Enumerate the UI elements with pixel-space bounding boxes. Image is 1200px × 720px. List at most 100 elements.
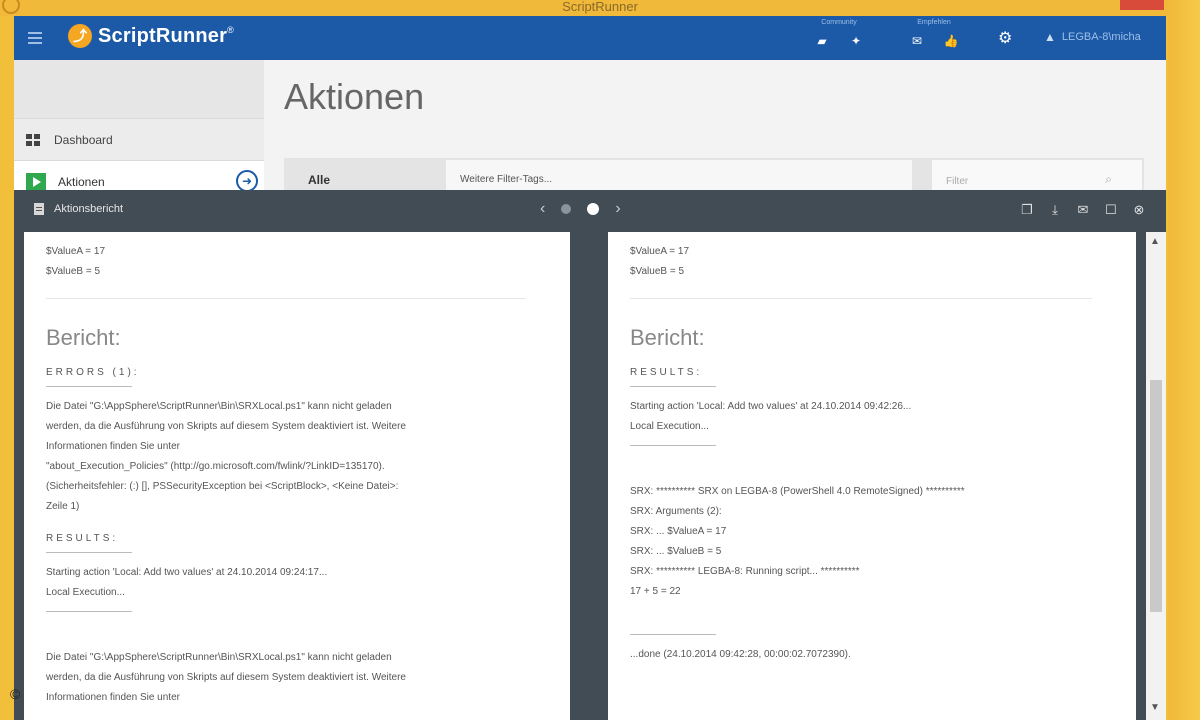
error-text: Die Datei "G:\AppSphere\ScriptRunner\Bin… [46,397,540,517]
chevron-right-icon[interactable]: › [615,200,620,218]
variable-line: $ValueB = 5 [630,266,685,277]
window-close-button[interactable] [1120,0,1164,10]
text-line: ...done (24.10.2014 09:42:28, 00:00:02.7… [630,649,851,660]
divider [46,386,132,387]
text-line: Starting action 'Local: Add two values' … [46,567,328,578]
text-line: "about_Execution_Policies" (http://go.mi… [46,461,385,472]
sidebar-item-label: Dashboard [54,132,113,147]
page-dot-2[interactable] [587,203,600,215]
sidebar-top [14,60,264,118]
logo-icon: ⤴ [68,24,92,48]
text-line: Local Execution... [46,587,125,598]
divider [630,298,1092,299]
sidebar-item-label: Aktionen [58,174,105,189]
report-pane-left: $ValueA = 17 $ValueB = 5 Bericht: ERRORS… [24,232,570,720]
errors-label: ERRORS (1): [46,367,140,378]
divider [630,445,716,446]
divider [46,552,132,553]
chat-icon[interactable]: ▰ [814,34,830,48]
document-icon [34,203,44,215]
copy-icon[interactable]: ❐ [1018,202,1036,218]
text-line: (Sicherheitsfehler: (:) [], PSSecurityEx… [46,481,399,492]
scrollbar-thumb[interactable] [1150,380,1162,612]
mail-icon[interactable]: ✉ [909,34,925,48]
chevron-up-icon[interactable]: ▲ [1150,236,1160,247]
empfehlen-group: Empfehlen ✉ 👍 [909,18,959,48]
text-line: Die Datei "G:\AppSphere\ScriptRunner\Bin… [46,401,392,412]
results-label: RESULTS: [630,367,703,378]
menu-icon[interactable] [28,32,42,44]
filter-search-input[interactable]: Filter ⌕ [932,160,1142,190]
filter-search-placeholder: Filter [946,176,969,187]
text-line: Local Execution... [630,421,709,432]
report-scrollbar[interactable]: ▲ ▼ [1146,232,1166,720]
text-line: Informationen finden Sie unter [46,441,180,452]
text-line: Starting action 'Local: Add two values' … [630,401,912,412]
results-text: Starting action 'Local: Add two values' … [630,397,1106,437]
text-line: werden, da die Ausführung von Skripts au… [46,421,406,432]
empfehlen-label: Empfehlen [917,19,951,26]
text-line: Zeile 1) [46,501,80,512]
text-line: SRX: ... $ValueB = 5 [630,546,722,557]
maximize-icon[interactable]: ☐ [1102,202,1120,218]
twitter-icon[interactable]: ✦ [848,34,864,48]
copyright-mark: © [10,686,21,702]
trailing-text: Die Datei "G:\AppSphere\ScriptRunner\Bin… [46,648,540,708]
text-line: Informationen finden Sie unter [46,692,180,703]
report-heading: Bericht: [630,325,705,350]
divider [630,634,716,635]
report-toolbar: ❐ ⤓ ✉ ☐ ⊗ [1018,202,1148,218]
filter-bar: Alle Weitere Filter-Tags... Filter ⌕ [284,158,1144,190]
arrow-right-icon[interactable]: ➜ [236,170,258,192]
user-menu[interactable]: ▲ LEGBA-8\micha [1044,30,1141,44]
filter-all-tab[interactable]: Alle [308,173,330,187]
text-line: SRX: Arguments (2): [630,506,722,517]
sidebar-item-dashboard[interactable]: Dashboard [14,118,264,160]
brand-name: ScriptRunner® [98,24,234,47]
text-line: Die Datei "G:\AppSphere\ScriptRunner\Bin… [46,652,392,663]
text-line: werden, da die Ausführung von Skripts au… [46,672,406,683]
page-dot-1[interactable] [561,204,572,214]
top-header: ⤴ ScriptRunner® Community ▰ ✦ Empfehlen … [14,16,1166,60]
variable-line: $ValueA = 17 [46,246,106,257]
filter-tags-dropdown[interactable]: Weitere Filter-Tags... [446,160,912,190]
results-text: Starting action 'Local: Add two values' … [46,563,540,603]
desktop-background [1168,0,1200,720]
gear-icon[interactable]: ⚙ [998,28,1012,48]
chevron-down-icon[interactable]: ▼ [1150,702,1160,713]
brand-logo[interactable]: ⤴ ScriptRunner® [68,24,234,48]
play-icon [26,172,46,191]
report-pane-right: $ValueA = 17 $ValueB = 5 Bericht: RESULT… [608,232,1136,720]
report-heading: Bericht: [46,325,121,350]
variable-list: $ValueA = 17 $ValueB = 5 [46,242,540,282]
divider [630,386,716,387]
variable-line: $ValueA = 17 [630,246,690,257]
text-line: SRX: ********** SRX on LEGBA-8 (PowerShe… [630,486,965,497]
report-title-text: Aktionsbericht [54,203,124,215]
chevron-left-icon[interactable]: ‹ [540,200,545,218]
results-label: RESULTS: [46,533,119,544]
mail-icon[interactable]: ✉ [1074,202,1092,218]
window-title: ScriptRunner [562,0,638,14]
variable-line: $ValueB = 5 [46,266,101,277]
community-group: Community ▰ ✦ [814,18,864,48]
variable-list: $ValueA = 17 $ValueB = 5 [630,242,1106,282]
report-header: Aktionsbericht ‹ › ❐ ⤓ ✉ ☐ ⊗ [14,190,1166,230]
report-title: Aktionsbericht [34,203,123,215]
thumbs-up-icon[interactable]: 👍 [943,34,959,48]
search-icon: ⌕ [1105,172,1112,186]
sidebar: Dashboard Aktionen ➜ [14,60,264,202]
window-titlebar: ScriptRunner [0,0,1200,16]
close-icon[interactable]: ⊗ [1130,202,1148,218]
page-title: Aktionen [284,76,425,117]
text-line: SRX: ... $ValueA = 17 [630,526,727,537]
text-line: 17 + 5 = 22 [630,586,681,597]
community-label: Community [821,19,857,26]
divider [46,611,132,612]
done-text: ...done (24.10.2014 09:42:28, 00:00:02.7… [630,645,1106,665]
download-icon[interactable]: ⤓ [1046,202,1064,218]
report-panel: Aktionsbericht ‹ › ❐ ⤓ ✉ ☐ ⊗ $ValueA = 1… [14,190,1166,720]
report-pager: ‹ › [540,200,621,218]
srx-output: SRX: ********** SRX on LEGBA-8 (PowerShe… [630,482,1106,602]
dashboard-icon [26,133,40,146]
